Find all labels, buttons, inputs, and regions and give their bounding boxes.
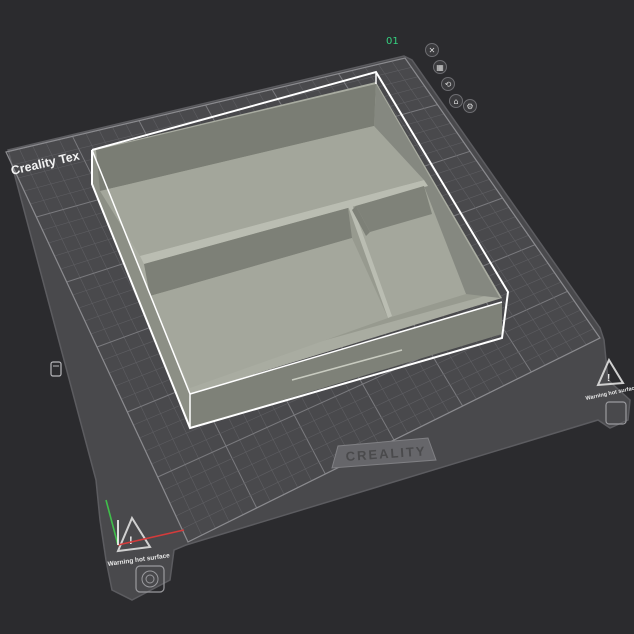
orient-button[interactable]: ⟲ — [441, 77, 455, 91]
plate-number: 01 — [386, 36, 399, 47]
plate-marker-icon — [50, 361, 62, 377]
3d-viewport[interactable]: Creality Tex 01 CREALITY ! Warning hot s… — [0, 0, 634, 634]
arrange-icon: ▦ — [436, 63, 444, 72]
lock-icon: ⌂ — [453, 97, 458, 106]
close-icon: ✕ — [429, 46, 436, 55]
orient-icon: ⟲ — [445, 80, 452, 89]
lock-button[interactable]: ⌂ — [449, 94, 463, 108]
settings-button[interactable]: ⚙ — [463, 99, 477, 113]
close-button[interactable]: ✕ — [425, 43, 439, 57]
settings-icon: ⚙ — [466, 102, 473, 111]
warning-symbol-right: ! — [607, 373, 610, 384]
arrange-button[interactable]: ▦ — [433, 60, 447, 74]
